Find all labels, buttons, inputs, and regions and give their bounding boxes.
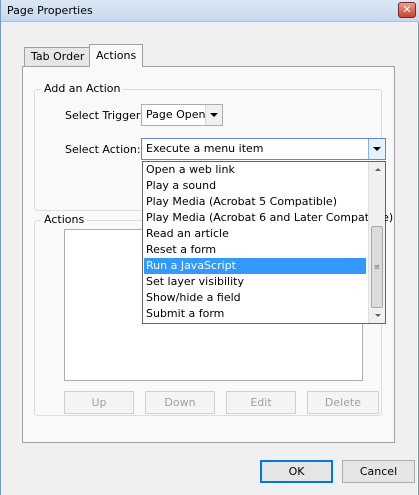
dropdown-item[interactable]: Read an article [144,226,366,242]
select-trigger-label: Select Trigger: [65,109,144,122]
dropdown-item[interactable]: Submit a form [144,306,366,322]
actions-legend: Actions [41,213,88,226]
page-properties-dialog: Page Properties ✕ Tab Order Actions Add … [0,0,419,495]
up-button[interactable]: Up [64,391,134,414]
select-action-label: Select Action: [65,143,141,156]
action-select-value: Execute a menu item [146,142,264,155]
scroll-up-icon[interactable] [369,162,386,177]
trigger-select-value: Page Open [146,108,206,121]
scroll-thumb[interactable]: ≡ [371,226,383,308]
trigger-select[interactable]: Page Open [141,104,223,126]
dropdown-item[interactable]: Reset a form [144,242,366,258]
dropdown-item[interactable]: Set layer visibility [144,274,366,290]
dropdown-item[interactable]: Play a sound [144,178,366,194]
tab-actions[interactable]: Actions [89,44,144,67]
edit-button[interactable]: Edit [226,391,296,414]
delete-button[interactable]: Delete [307,391,379,414]
chevron-down-icon[interactable] [205,105,222,125]
dropdown-item-selected[interactable]: Run a JavaScript [144,258,366,274]
scroll-down-icon[interactable] [369,308,386,323]
close-icon[interactable]: ✕ [398,2,416,18]
add-action-legend: Add an Action [41,82,124,95]
cancel-button[interactable]: Cancel [342,460,415,483]
title-bar[interactable]: Page Properties ✕ [1,0,419,22]
ok-button[interactable]: OK [260,460,333,483]
dropdown-scrollbar[interactable]: ≡ [368,162,385,323]
chevron-down-icon[interactable] [368,139,385,159]
dropdown-item[interactable]: Play Media (Acrobat 6 and Later Compatib… [144,210,393,226]
dialog-title: Page Properties [7,4,93,17]
down-button[interactable]: Down [145,391,215,414]
action-select[interactable]: Execute a menu item [141,138,386,160]
dropdown-item[interactable]: Open a web link [144,162,366,178]
dropdown-item[interactable]: Play Media (Acrobat 5 Compatible) [144,194,366,210]
dropdown-item[interactable]: Show/hide a field [144,290,366,306]
tab-tab-order[interactable]: Tab Order [24,47,92,66]
action-dropdown-list[interactable]: Open a web link Play a sound Play Media … [142,161,393,324]
